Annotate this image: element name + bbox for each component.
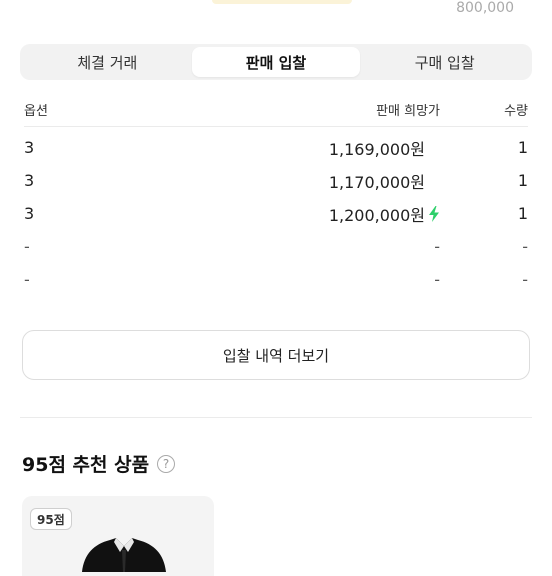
tab-sell-bids[interactable]: 판매 입찰 bbox=[191, 47, 361, 77]
row-option: - bbox=[24, 270, 30, 289]
row-price: - bbox=[434, 270, 440, 289]
table-header: 옵션 판매 희망가 수량 bbox=[24, 92, 528, 127]
row-price-cell: 1,169,000원 bbox=[144, 136, 492, 160]
row-price: 1,169,000원 bbox=[328, 139, 425, 159]
row-price-cell: - bbox=[144, 270, 492, 289]
row-price-cell: 1,200,000원 bbox=[144, 202, 492, 226]
product-image bbox=[82, 538, 166, 572]
price-chart-axis-label: 800,000 bbox=[456, 0, 514, 16]
tab-buy-bids[interactable]: 구매 입찰 bbox=[360, 47, 529, 77]
score-badge: 95점 bbox=[30, 508, 72, 530]
recommend-product-card[interactable]: 95점 bbox=[22, 496, 214, 576]
header-option: 옵션 bbox=[24, 103, 48, 119]
table-body: 3 1,169,000원 1 3 1,170,000원 1 3 1,200,00… bbox=[24, 127, 528, 296]
tab-trades[interactable]: 체결 거래 bbox=[23, 47, 192, 77]
recommend-title-text: 95점 추천 상품 bbox=[22, 454, 150, 476]
row-price: - bbox=[434, 237, 440, 256]
row-price: 1,200,000원 bbox=[328, 205, 425, 225]
price-chart-bar bbox=[212, 0, 352, 4]
lightning-bolt-icon bbox=[429, 205, 439, 222]
row-option: 3 bbox=[24, 204, 35, 223]
row-quantity: 1 bbox=[517, 171, 528, 190]
row-option: 3 bbox=[24, 171, 35, 190]
bid-tab-switcher: 체결 거래 판매 입찰 구매 입찰 bbox=[20, 44, 532, 80]
row-price: 1,170,000원 bbox=[328, 172, 425, 192]
row-option: 3 bbox=[24, 138, 35, 157]
header-quantity: 수량 bbox=[504, 103, 528, 119]
table-row: - - - bbox=[24, 263, 528, 296]
section-divider bbox=[20, 417, 532, 418]
row-option: - bbox=[24, 237, 30, 256]
recommend-section-title: 95점 추천 상품 ? bbox=[22, 450, 176, 477]
table-row: 3 1,200,000원 1 bbox=[24, 197, 528, 230]
table-row: 3 1,170,000원 1 bbox=[24, 164, 528, 197]
row-price-cell: - bbox=[144, 237, 492, 256]
table-row: - - - bbox=[24, 230, 528, 263]
view-more-bids-button[interactable]: 입찰 내역 더보기 bbox=[22, 330, 530, 380]
table-row: 3 1,169,000원 1 bbox=[24, 131, 528, 164]
question-circle-icon[interactable]: ? bbox=[157, 454, 176, 473]
row-quantity: 1 bbox=[517, 138, 528, 157]
row-quantity: - bbox=[522, 237, 528, 256]
bid-table: 옵션 판매 희망가 수량 3 1,169,000원 1 3 1,170,000원… bbox=[24, 92, 528, 296]
row-quantity: 1 bbox=[517, 204, 528, 223]
row-price-cell: 1,170,000원 bbox=[144, 169, 492, 193]
header-price: 판매 희망가 bbox=[376, 103, 440, 119]
row-quantity: - bbox=[522, 270, 528, 289]
